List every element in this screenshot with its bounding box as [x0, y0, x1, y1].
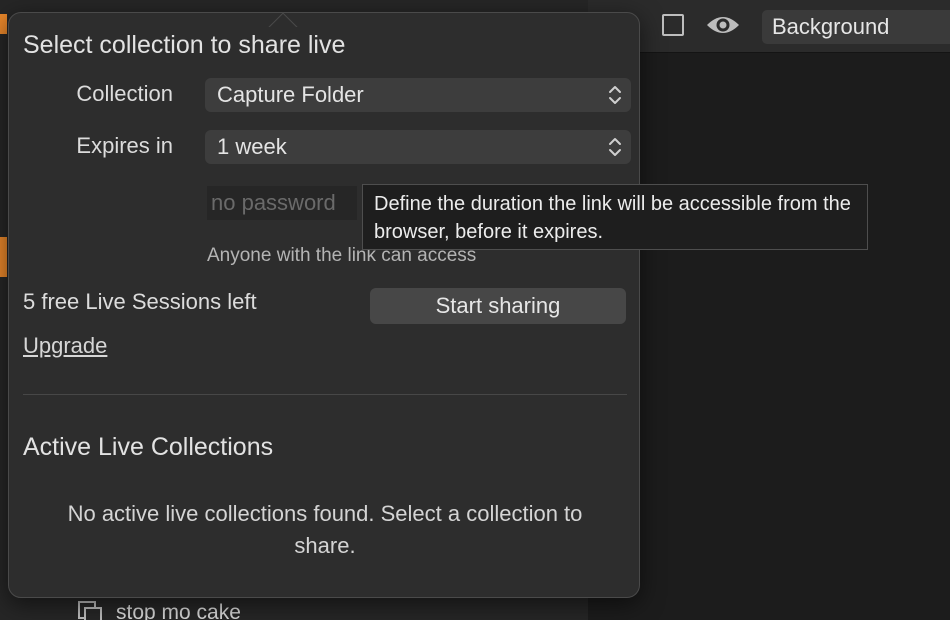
start-sharing-button[interactable]: Start sharing: [370, 288, 626, 324]
list-item[interactable]: stop mo cake: [78, 600, 241, 620]
expires-select[interactable]: 1 week: [205, 130, 631, 164]
chevron-updown-icon: [609, 86, 621, 104]
layer-select[interactable]: Background: [762, 10, 950, 44]
orange-accent-marker: [0, 237, 7, 277]
active-collections-title: Active Live Collections: [23, 433, 274, 461]
stack-icon: [78, 601, 102, 620]
sessions-left-text: 5 free Live Sessions left: [23, 289, 257, 314]
orange-accent-marker: [0, 14, 7, 34]
password-field[interactable]: [207, 186, 357, 220]
app-window: Background stop mo cake Select collectio…: [0, 0, 950, 620]
square-icon[interactable]: [662, 14, 684, 36]
upgrade-link[interactable]: Upgrade: [23, 333, 107, 359]
eye-icon[interactable]: [706, 14, 740, 36]
chevron-updown-icon: [609, 138, 621, 156]
share-live-popover: Select collection to share live Collecti…: [8, 12, 640, 598]
background-viewer-panel: [588, 0, 950, 620]
expires-tooltip: Define the duration the link will be acc…: [362, 184, 868, 250]
expires-select-value: 1 week: [217, 134, 287, 159]
collection-select[interactable]: Capture Folder: [205, 78, 631, 112]
list-item-label: stop mo cake: [116, 601, 241, 620]
popover-arrow: [263, 11, 303, 27]
popover-title: Select collection to share live: [23, 31, 346, 59]
collection-select-value: Capture Folder: [217, 82, 364, 107]
divider: [23, 394, 627, 395]
collection-label: Collection: [76, 81, 173, 106]
expires-label: Expires in: [76, 133, 173, 158]
empty-state-message: No active live collections found. Select…: [67, 501, 583, 558]
